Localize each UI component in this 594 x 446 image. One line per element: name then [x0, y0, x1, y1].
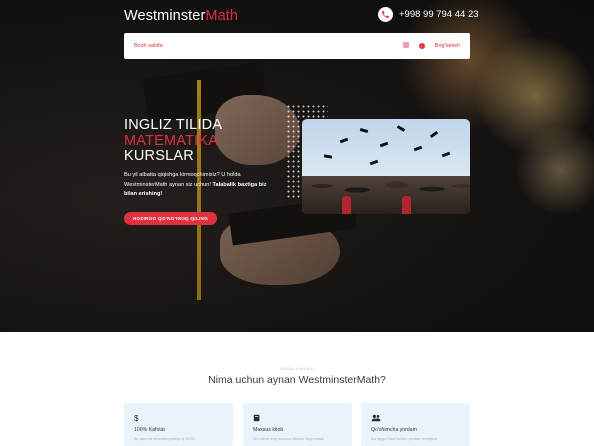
book-icon [253, 414, 261, 424]
flying-cap-shape [379, 141, 389, 148]
flying-cap-shape [369, 159, 379, 166]
headline-line1: INGLIZ TILIDA [124, 117, 223, 133]
flying-cap-shape [323, 154, 333, 159]
phone-icon [378, 7, 393, 22]
flying-cap-shape [396, 125, 406, 132]
feature-card-subtitle: Bu qancha muvaffaqiyatsiyo'q 100% [134, 437, 196, 441]
red-robe-shape [342, 196, 351, 214]
call-now-button[interactable]: HOZIRGO QO'NG'IROQ QILING [124, 212, 217, 225]
site-logo[interactable]: WestminsterMath [124, 8, 238, 24]
dollar-icon: $ [134, 414, 139, 423]
hero-headline: INGLIZ TILIDA MATEMATIKA KURSLAR [124, 117, 223, 165]
headline-line2: MATEMATIKA [124, 132, 219, 149]
feature-card-title: Qo'shimcha yordam [371, 427, 417, 433]
section-title: Nima uchun aynan WestminsterMath? [208, 374, 386, 386]
flying-cap-shape [441, 151, 451, 158]
nav-home-link[interactable]: Bosh sahifa [134, 43, 163, 49]
nav-contact-link[interactable]: Bog'lanish [435, 43, 460, 49]
hero-lead: Bu yil albatta qiqishga kirmoqchimisiz? … [124, 171, 274, 200]
feature-card-title: 100% Kafolat [134, 427, 165, 433]
phone-number: +998 99 794 44 23 [399, 9, 479, 20]
phone-link[interactable]: +998 99 794 44 23 [378, 7, 479, 22]
flying-cap-shape [413, 145, 423, 152]
feature-card-subtitle: Siz uchun eng maxsus kitoblar tayyorladi… [253, 437, 324, 441]
logo-main-text: Westminster [124, 8, 206, 24]
feature-card-subtitle: Siz qiyga hojat bo'lsin yordam berilgina [371, 437, 437, 441]
logo-accent-text: Math [205, 8, 239, 24]
headline-line3: KURSLAR [124, 148, 194, 164]
flying-cap-shape [429, 130, 439, 139]
menu-icon[interactable] [402, 42, 409, 50]
arrow-right-icon[interactable]: › [418, 43, 425, 49]
navbar: Bosh sahifa › Bog'lanish [124, 33, 470, 59]
feature-card-title: Maxsus kitob [253, 427, 284, 433]
red-robe-shape [402, 196, 411, 214]
crowd-shape [302, 176, 470, 214]
flying-cap-shape [339, 137, 349, 144]
graduation-photo [302, 119, 470, 214]
section-eyebrow: AFZALLIKLAR [280, 366, 314, 371]
flying-cap-shape [359, 128, 369, 133]
users-icon [371, 414, 381, 424]
